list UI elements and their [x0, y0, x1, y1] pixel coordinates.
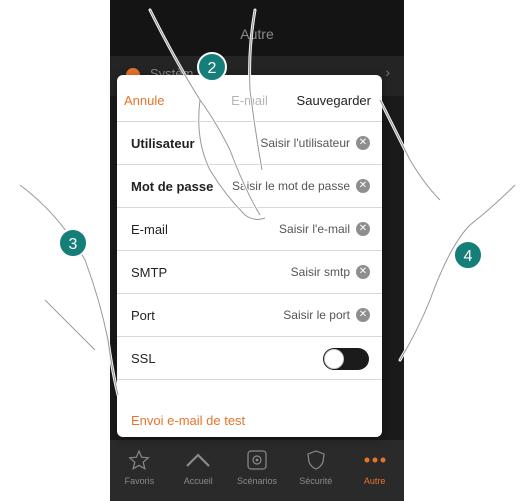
user-input[interactable]: Saisir l'utilisateur [260, 136, 350, 150]
email-settings-dialog: E-mail Annule Sauvegarder Utilisateur Sa… [117, 75, 382, 437]
star-icon [128, 448, 151, 472]
dialog-header: E-mail Annule Sauvegarder [117, 75, 382, 122]
user-field[interactable]: Utilisateur Saisir l'utilisateur ✕ [117, 122, 382, 165]
password-field[interactable]: Mot de passe Saisir le mot de passe ✕ [117, 165, 382, 208]
send-test-email-link[interactable]: Envoi e-mail de test [131, 413, 245, 428]
password-field-label: Mot de passe [131, 179, 214, 194]
tab-label: Scénarios [236, 476, 277, 486]
clear-icon[interactable]: ✕ [356, 265, 370, 279]
bottom-tab-bar: Favoris Accueil Scénarios Sécurité Autre [110, 440, 404, 501]
ssl-label: SSL [131, 351, 156, 366]
cancel-button[interactable]: Annule [124, 93, 164, 108]
smtp-field-label: SMTP [131, 265, 168, 280]
smtp-field[interactable]: SMTP Saisir smtp ✕ [117, 251, 382, 294]
ssl-toggle[interactable] [323, 348, 369, 370]
more-icon [363, 448, 387, 472]
step-4-callout: 4 [453, 240, 483, 270]
tab-scenarios[interactable]: Scénarios [228, 440, 287, 501]
clear-icon[interactable]: ✕ [356, 222, 370, 236]
background-header-title: Autre [240, 26, 274, 42]
tab-securite[interactable]: Sécurité [286, 440, 345, 501]
user-field-label: Utilisateur [131, 136, 195, 151]
clear-icon[interactable]: ✕ [356, 136, 370, 150]
ssl-row: SSL [117, 337, 382, 380]
shield-icon [306, 448, 326, 472]
email-input[interactable]: Saisir l'e-mail [279, 222, 350, 236]
tab-label: Autre [363, 476, 386, 486]
tab-label: Sécurité [299, 476, 333, 486]
port-field-label: Port [131, 308, 155, 323]
step-2-callout: 2 [197, 52, 227, 82]
smtp-input[interactable]: Saisir smtp [291, 265, 350, 279]
tab-label: Accueil [183, 476, 213, 486]
tab-accueil[interactable]: Accueil [169, 440, 228, 501]
clear-icon[interactable]: ✕ [356, 308, 370, 322]
step-3-callout: 3 [58, 228, 88, 258]
chevron-right-icon: › [385, 64, 390, 80]
port-field[interactable]: Port Saisir le port ✕ [117, 294, 382, 337]
tab-label: Favoris [124, 476, 155, 486]
port-input[interactable]: Saisir le port [283, 308, 350, 322]
toggle-knob [324, 349, 344, 369]
save-button[interactable]: Sauvegarder [297, 93, 371, 108]
password-input[interactable]: Saisir le mot de passe [232, 179, 350, 193]
scenarios-icon [246, 448, 268, 472]
tab-favoris[interactable]: Favoris [110, 440, 169, 501]
clear-icon[interactable]: ✕ [356, 179, 370, 193]
email-field[interactable]: E-mail Saisir l'e-mail ✕ [117, 208, 382, 251]
email-field-label: E-mail [131, 222, 168, 237]
home-icon [185, 448, 211, 472]
tab-autre[interactable]: Autre [345, 440, 404, 501]
